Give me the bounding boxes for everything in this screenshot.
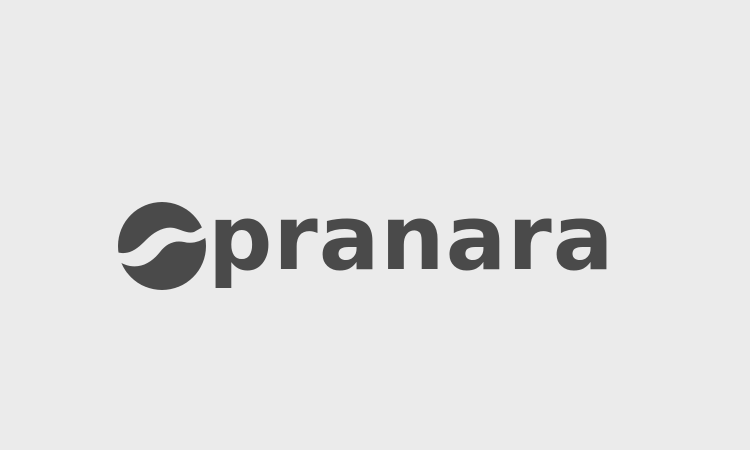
brand-wordmark: pranara: [208, 186, 615, 291]
swirl-circle-icon: [116, 202, 208, 290]
page-canvas: pranara: [0, 0, 750, 450]
brand-logo: pranara: [116, 194, 646, 300]
